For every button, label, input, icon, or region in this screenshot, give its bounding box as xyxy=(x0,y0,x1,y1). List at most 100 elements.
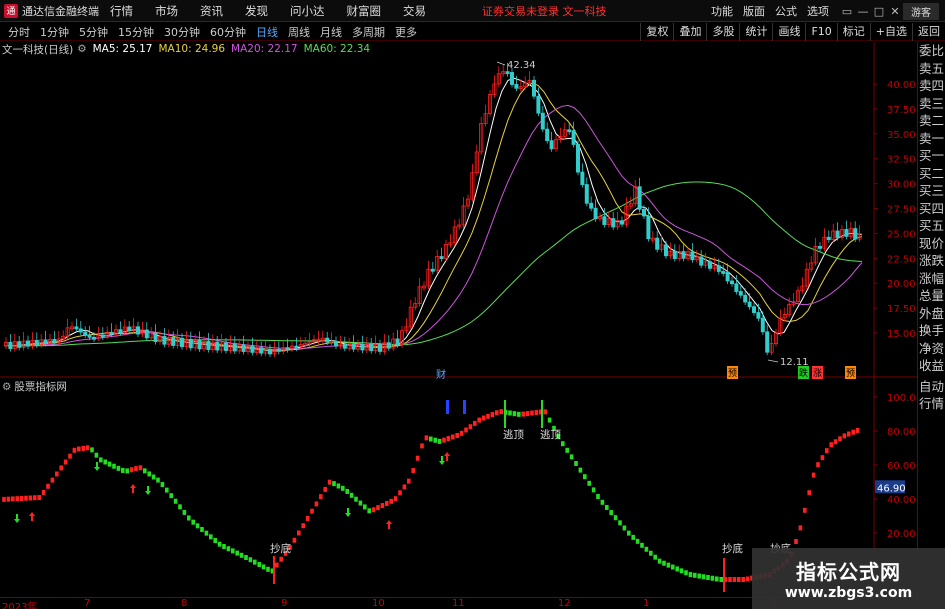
menu-quotes[interactable]: 行情 xyxy=(110,3,133,19)
maximize-icon[interactable]: □ xyxy=(871,5,887,18)
close-icon[interactable]: ✕ xyxy=(887,5,903,18)
candle-body xyxy=(752,306,757,313)
indicator-bar xyxy=(613,515,618,521)
period-multi[interactable]: 多周期 xyxy=(350,24,387,40)
candle-body xyxy=(144,329,149,339)
period-daily[interactable]: 日线 xyxy=(254,24,280,40)
restore-window-icon[interactable]: ▭ xyxy=(839,5,855,18)
menu-news[interactable]: 资讯 xyxy=(200,3,223,19)
indicator-bar xyxy=(50,477,55,483)
date-label: 8 xyxy=(181,598,188,609)
guest-button[interactable]: 游客 xyxy=(903,2,939,20)
indicator-bar xyxy=(741,577,745,582)
indicator-bar xyxy=(710,575,715,581)
menu-wealth[interactable]: 财富圈 xyxy=(347,3,382,19)
indicator-bar xyxy=(165,487,169,493)
candle-body xyxy=(549,140,554,150)
menu-trade[interactable]: 交易 xyxy=(403,3,426,19)
menu-market[interactable]: 市场 xyxy=(155,3,178,19)
indicator-bar xyxy=(63,459,68,465)
adjust-button[interactable]: 复权 xyxy=(640,23,673,41)
overlay-button[interactable]: 叠加 xyxy=(673,23,706,41)
period-30min[interactable]: 30分钟 xyxy=(162,24,202,40)
indicator-bar xyxy=(657,558,662,564)
back-button[interactable]: 返回 xyxy=(912,23,945,41)
candle-body xyxy=(756,312,761,319)
indicator-bar xyxy=(481,415,486,421)
candle-body xyxy=(738,291,743,296)
settings-icon[interactable]: ⚙ xyxy=(77,43,86,55)
menu-function[interactable]: 功能 xyxy=(711,3,733,19)
indicator-bar xyxy=(314,501,319,507)
candle-body xyxy=(826,236,831,241)
indicator-bar xyxy=(437,438,442,444)
period-more[interactable]: 更多 xyxy=(393,24,419,40)
f10-button[interactable]: F10 xyxy=(805,23,836,41)
login-notice[interactable]: 证券交易未登录 文一科技 xyxy=(482,3,607,19)
candle-body xyxy=(589,202,594,209)
period-15min[interactable]: 15分钟 xyxy=(116,24,156,40)
indicator-bar xyxy=(838,436,842,442)
indicator-bar xyxy=(649,550,653,556)
indicator-bar xyxy=(138,465,143,471)
price-axis-label: 32.50 xyxy=(887,155,916,166)
indicator-bar xyxy=(732,577,737,582)
indicator-bar xyxy=(561,441,565,447)
indicator-axis-label: 20.00 xyxy=(887,529,916,540)
period-1min[interactable]: 1分钟 xyxy=(38,24,71,40)
event-finance-mark[interactable]: 财 xyxy=(436,366,446,381)
menu-discover[interactable]: 发现 xyxy=(245,3,268,19)
candle-body xyxy=(109,331,114,335)
stats-button[interactable]: 统计 xyxy=(739,23,772,41)
add-watchlist-button[interactable]: +自选 xyxy=(869,23,912,41)
period-timeshare[interactable]: 分时 xyxy=(6,24,32,40)
signal-label: 抄底 xyxy=(722,542,743,555)
auto-quote-label[interactable]: 自动 xyxy=(918,378,945,396)
indicator-bar xyxy=(182,509,187,515)
indicator-bar xyxy=(68,453,72,459)
candle-body xyxy=(197,340,202,350)
indicator-signals: 抄底逃顶逃顶抄底抄底 xyxy=(14,400,791,592)
high-price-label: 42.34 xyxy=(507,60,536,71)
menu-layout[interactable]: 版面 xyxy=(743,3,765,19)
indicator-bar xyxy=(46,483,50,489)
indicator-bar xyxy=(24,495,28,501)
event-rise-mark[interactable]: 涨 xyxy=(812,366,824,379)
menu-options[interactable]: 选项 xyxy=(807,3,829,19)
event-forecast-mark-2[interactable]: 预 xyxy=(845,366,857,379)
quote-bid4: 买四 xyxy=(919,200,945,216)
indicator-bar xyxy=(679,568,684,574)
indicator-bar xyxy=(292,537,297,543)
indicator-bar xyxy=(90,447,94,453)
indicator-bar xyxy=(380,503,385,509)
indicator-bar xyxy=(160,482,165,488)
candle-body xyxy=(153,332,158,343)
event-forecast-mark[interactable]: 预 xyxy=(727,366,739,379)
indicator-bar xyxy=(486,413,490,419)
indicator-bar xyxy=(59,465,63,471)
indicator-name[interactable]: 股票指标网 xyxy=(14,379,67,394)
date-label: 12 xyxy=(558,598,571,609)
settings-icon[interactable]: ⚙ xyxy=(2,381,11,393)
period-60min[interactable]: 60分钟 xyxy=(208,24,248,40)
indicator-bar xyxy=(728,577,732,582)
event-drop-mark[interactable]: 跌 xyxy=(798,366,810,379)
period-5min[interactable]: 5分钟 xyxy=(77,24,110,40)
candle-body xyxy=(646,215,651,240)
period-weekly[interactable]: 周线 xyxy=(286,24,312,40)
candle-body xyxy=(439,256,444,259)
indicator-bar xyxy=(719,577,723,582)
menu-formula[interactable]: 公式 xyxy=(775,3,797,19)
multi-stock-button[interactable]: 多股 xyxy=(706,23,739,41)
kline-chart[interactable]: 40.00 37.50 35.00 32.50 30.00 27.50 25.00 22.50… xyxy=(0,42,917,597)
menu-ask[interactable]: 问小达 xyxy=(290,3,325,19)
app-title: 通达信金融终端 xyxy=(22,4,99,18)
draw-line-button[interactable]: 画线 xyxy=(772,23,805,41)
indicator-bar xyxy=(349,492,354,498)
period-monthly[interactable]: 月线 xyxy=(318,24,344,40)
minimize-icon[interactable]: — xyxy=(855,5,871,18)
candle-body xyxy=(611,218,616,228)
buy-arrow-icon xyxy=(386,520,392,529)
mark-button[interactable]: 标记 xyxy=(836,23,870,41)
auto-quote-label-2[interactable]: 行情 xyxy=(918,395,945,413)
